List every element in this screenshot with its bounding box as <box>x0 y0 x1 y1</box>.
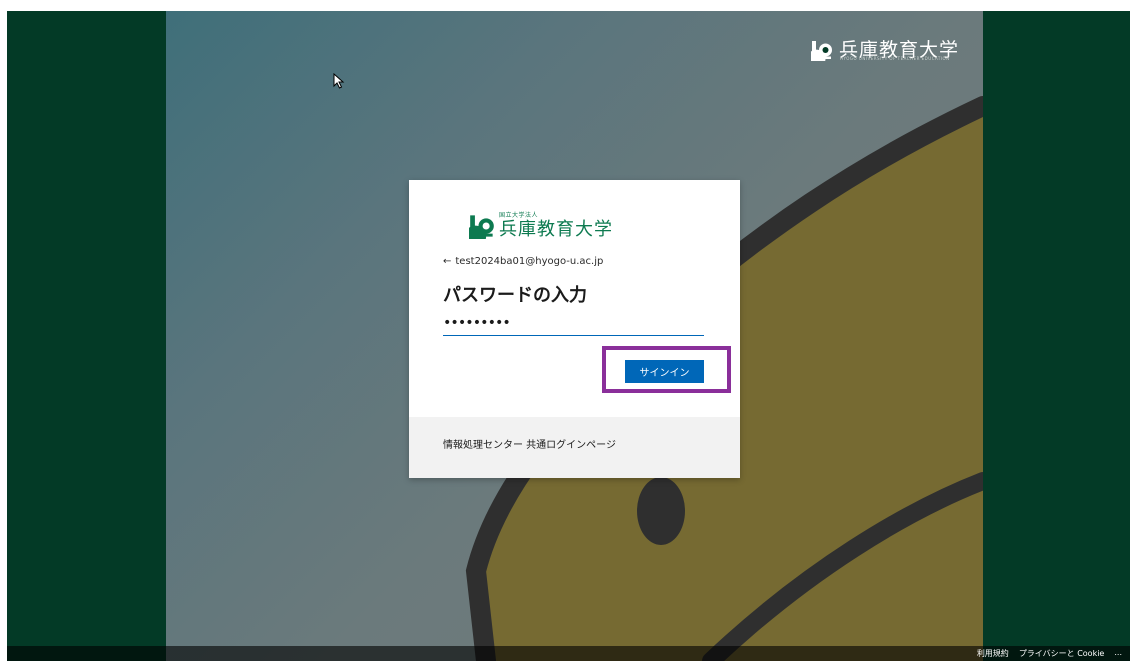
dialog-logo-text: 国立大学法人 兵庫教育大学 <box>499 212 613 240</box>
bottom-links: 利用規約 プライバシーと Cookie ... <box>977 648 1122 659</box>
background-dot <box>637 477 685 545</box>
login-page: 兵庫教育大学 HYOGO UNIVERSITY OF TEACHER EDUCA… <box>7 11 1130 661</box>
back-to-account[interactable]: ← test2024ba01@hyogo-u.ac.jp <box>443 256 603 267</box>
signin-dialog: 国立大学法人 兵庫教育大学 ← test2024ba01@hyogo-u.ac.… <box>409 180 740 478</box>
privacy-link[interactable]: プライバシーと Cookie <box>1019 648 1105 659</box>
dialog-logo-name: 兵庫教育大学 <box>499 219 613 240</box>
terms-link[interactable]: 利用規約 <box>977 648 1009 659</box>
footer-text: 情報処理センター 共通ログインページ <box>443 440 616 451</box>
password-input[interactable] <box>443 311 704 336</box>
signin-button[interactable]: サインイン <box>625 360 704 383</box>
more-options-button[interactable]: ... <box>1114 648 1122 659</box>
background-stage: 兵庫教育大学 HYOGO UNIVERSITY OF TEACHER EDUCA… <box>166 11 983 661</box>
university-logo-icon <box>811 39 833 61</box>
dialog-title: パスワードの入力 <box>443 285 587 306</box>
dialog-logo: 国立大学法人 兵庫教育大学 <box>469 210 613 242</box>
bottom-bar: 利用規約 プライバシーと Cookie ... <box>7 646 1130 661</box>
header-logo: 兵庫教育大学 HYOGO UNIVERSITY OF TEACHER EDUCA… <box>811 35 961 65</box>
back-arrow-icon[interactable]: ← <box>443 256 451 267</box>
university-logo-icon <box>469 213 495 239</box>
mouse-pointer-icon <box>333 72 345 93</box>
dialog-footer: 情報処理センター 共通ログインページ <box>409 417 740 478</box>
account-email: test2024ba01@hyogo-u.ac.jp <box>455 256 604 267</box>
header-brand-subtitle: HYOGO UNIVERSITY OF TEACHER EDUCATION <box>840 56 950 61</box>
